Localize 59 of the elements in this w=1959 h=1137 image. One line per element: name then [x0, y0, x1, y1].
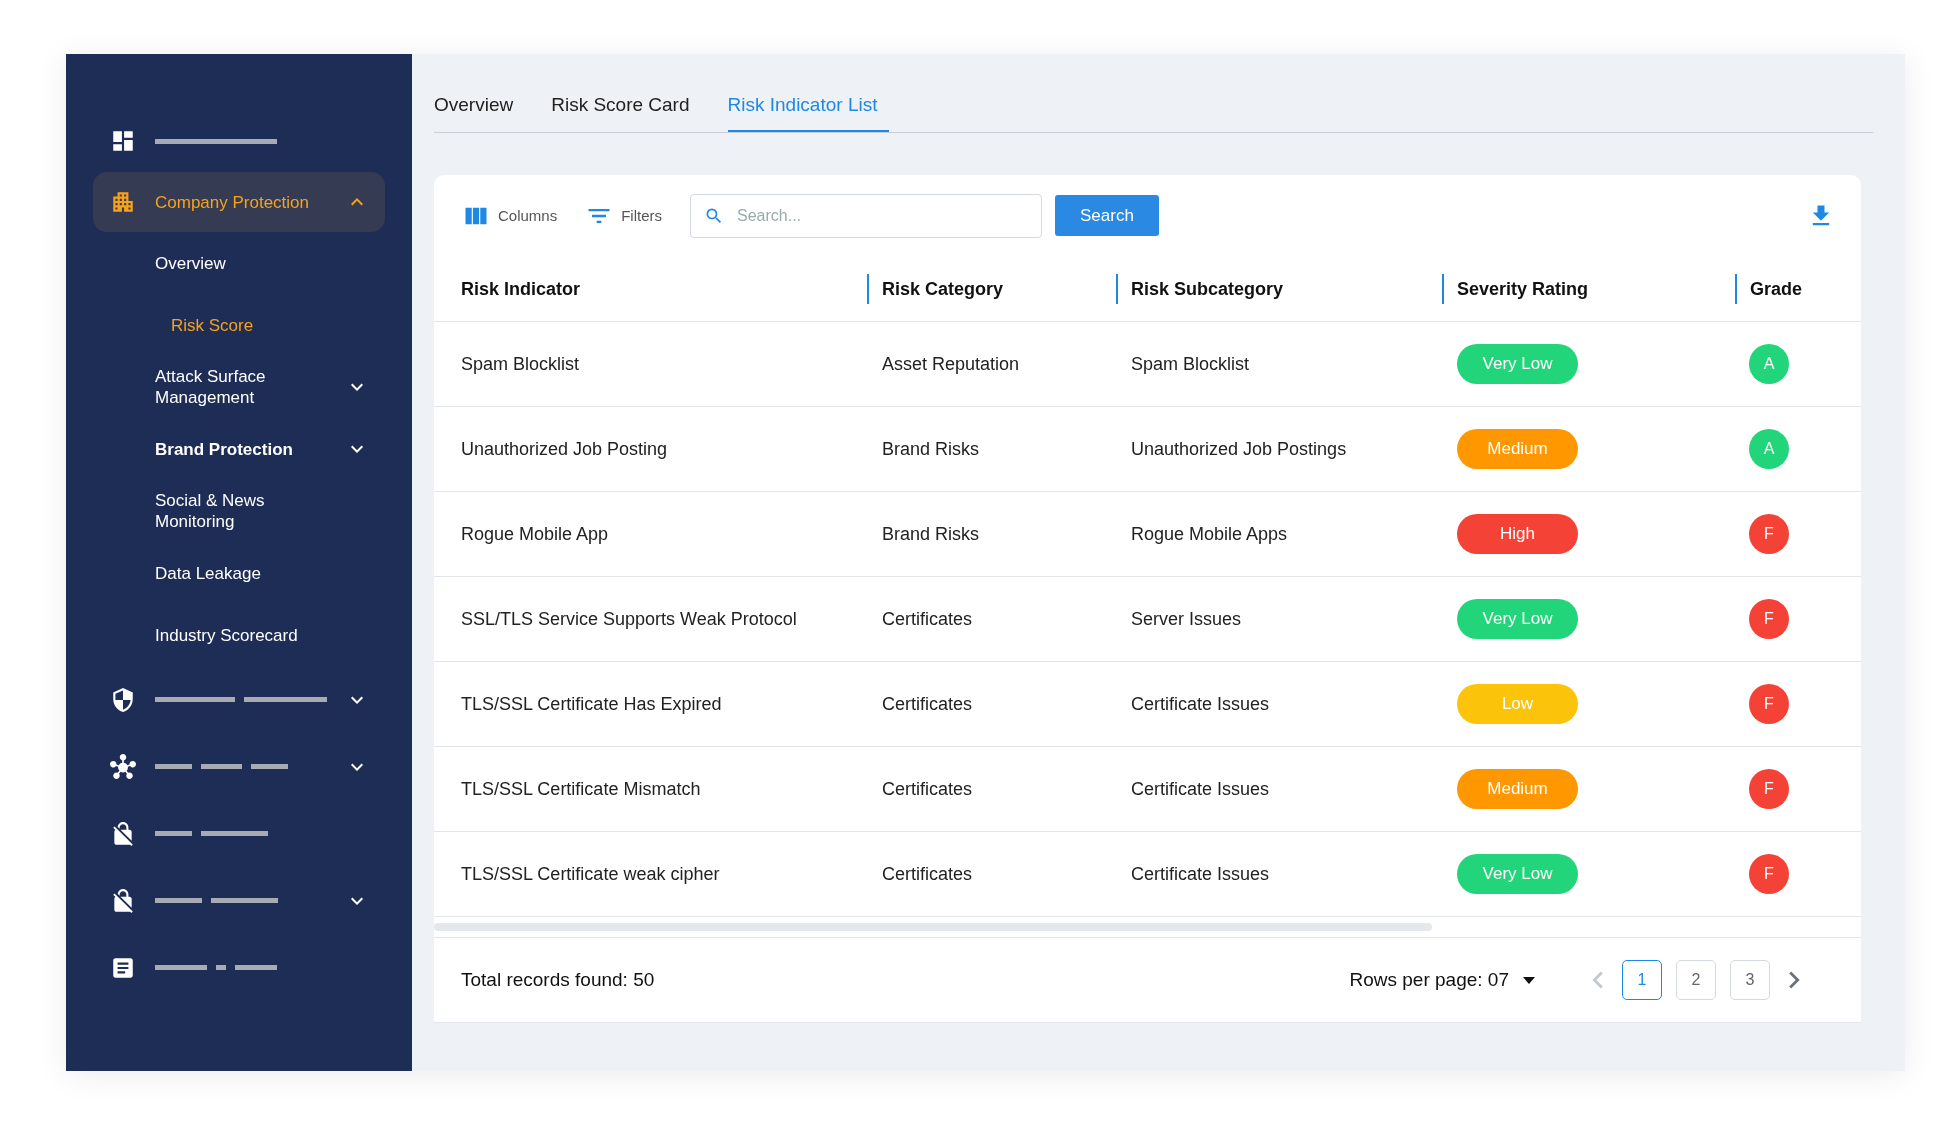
- column-header: Risk Category: [867, 273, 1116, 304]
- grade-badge: F: [1749, 854, 1789, 894]
- table-cell-text: Rogue Mobile Apps: [1130, 523, 1289, 545]
- column-header: Risk Subcategory: [1116, 273, 1442, 304]
- column-header: Risk Indicator: [460, 277, 582, 301]
- table-cell-text: Spam Blocklist: [1130, 353, 1251, 375]
- tab[interactable]: Risk Score Card: [551, 94, 702, 132]
- severity-badge: Very Low: [1457, 599, 1578, 639]
- grade-badge: F: [1749, 769, 1789, 809]
- sidebar-item[interactable]: Risk Score: [93, 314, 254, 336]
- grade-badge: F: [1749, 684, 1789, 724]
- severity-badge: Very Low: [1457, 854, 1578, 894]
- table-cell-text: Certificates: [881, 608, 974, 630]
- table-cell-text: Brand Risks: [881, 523, 981, 545]
- severity-badge: Medium: [1457, 769, 1578, 809]
- page-button[interactable]: 1: [1622, 960, 1662, 1000]
- severity-badge: High: [1457, 514, 1578, 554]
- page-button[interactable]: 3: [1730, 960, 1770, 1000]
- column-header: Severity Rating: [1442, 273, 1735, 304]
- table-cell-text: Spam Blocklist: [460, 353, 581, 375]
- grade-badge: F: [1749, 514, 1789, 554]
- grade-badge: A: [1749, 344, 1789, 384]
- table-cell-text: Certificates: [881, 863, 974, 885]
- sidebar-item[interactable]: Social & News Monitoring: [93, 490, 323, 532]
- table-cell-text: Certificates: [881, 778, 974, 800]
- table-cell-text: Brand Risks: [881, 438, 981, 460]
- filters-button[interactable]: Filters: [585, 201, 663, 230]
- columns-button[interactable]: Columns: [462, 201, 558, 230]
- table-cell-text: Certificate Issues: [1130, 778, 1271, 800]
- search-field[interactable]: Search...: [690, 193, 1043, 238]
- sidebar-item[interactable]: Data Leakage: [93, 562, 261, 584]
- table-cell-text: Certificate Issues: [1130, 693, 1271, 715]
- column-header: Grade: [1735, 273, 1861, 304]
- table-cell-text: Unauthorized Job Posting: [460, 438, 669, 460]
- sidebar-item[interactable]: Industry Scorecard: [93, 624, 298, 646]
- search-button[interactable]: Search: [1055, 195, 1159, 236]
- table-cell-text: Certificate Issues: [1130, 863, 1271, 885]
- sidebar-item[interactable]: Brand Protection: [93, 438, 293, 460]
- page-button[interactable]: 2: [1676, 960, 1716, 1000]
- rows-per-page-select[interactable]: Rows per page: 07: [1343, 968, 1541, 992]
- table-cell-text: TLS/SSL Certificate Mismatch: [460, 778, 702, 800]
- sidebar-item[interactable]: Overview: [93, 252, 226, 274]
- table-cell-text: Certificates: [881, 693, 974, 715]
- grade-badge: A: [1749, 429, 1789, 469]
- table-cell-text: TLS/SSL Certificate Has Expired: [460, 693, 723, 715]
- grade-badge: F: [1749, 599, 1789, 639]
- table-cell-text: SSL/TLS Service Supports Weak Protocol: [460, 608, 798, 630]
- total-records: Total records found: 50: [461, 969, 656, 991]
- sidebar-group-item[interactable]: Company Protection: [93, 172, 385, 232]
- severity-badge: Medium: [1457, 429, 1578, 469]
- table-cell-text: Unauthorized Job Postings: [1130, 438, 1348, 460]
- sidebar-item[interactable]: Attack Surface Management: [93, 366, 323, 408]
- table-cell-text: Asset Reputation: [881, 353, 1021, 375]
- table-cell-text: Rogue Mobile App: [460, 523, 610, 545]
- table-cell-text: Server Issues: [1130, 608, 1243, 630]
- severity-badge: Very Low: [1457, 344, 1578, 384]
- tab[interactable]: Overview: [434, 94, 526, 132]
- severity-badge: Low: [1457, 684, 1578, 724]
- table-cell-text: TLS/SSL Certificate weak cipher: [460, 863, 721, 885]
